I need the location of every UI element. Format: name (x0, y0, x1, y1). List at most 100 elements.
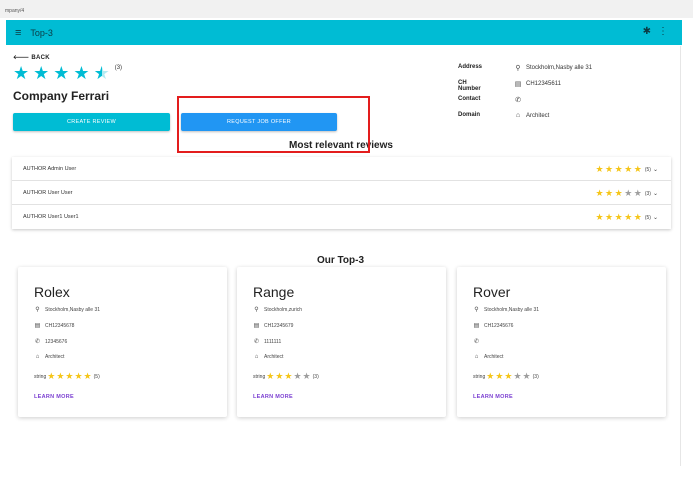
location-icon: ⚲ (515, 65, 521, 72)
card-rating: string ★ ★ ★ ★ ★ (5) (34, 371, 100, 382)
card-rating-label: string (473, 373, 486, 380)
star-icon: ★ (605, 164, 614, 174)
star-icon: ★ (65, 371, 74, 381)
card-company-name: Rolex (34, 284, 70, 300)
detail-value: Architect (526, 112, 550, 119)
star-icon: ★ (486, 371, 495, 381)
card-rating: string ★ ★ ★ ★ ★ (3) (253, 371, 319, 382)
learn-more-button[interactable]: LEARN MORE (473, 394, 513, 400)
bank-icon: ⌂ (515, 112, 521, 119)
arrow-left-icon: 🡐 (13, 55, 32, 61)
company-name: Company Ferrari (13, 89, 110, 103)
back-link[interactable]: 🡐 BACK (13, 54, 50, 61)
company-rating: ★ ★ ★ ★ ★ (3) (13, 64, 122, 82)
star-icon: ★ (73, 63, 90, 83)
review-count: (3) (644, 190, 651, 197)
star-icon: ★ (595, 164, 604, 174)
bank-icon: ⌂ (254, 354, 259, 360)
star-half-icon: ★ (93, 63, 110, 83)
star-icon: ★ (495, 371, 504, 381)
back-label: BACK (31, 55, 50, 61)
reviews-list: AUTHOR Admin User ★ ★ ★ ★ ★ (5) ⌄ AUTHOR Use… (12, 157, 671, 229)
card-rating-label: string (253, 373, 266, 380)
learn-more-button[interactable]: LEARN MORE (253, 394, 293, 400)
star-icon: ★ (614, 212, 623, 222)
star-icon: ★ (47, 371, 56, 381)
card-rating: string ★ ★ ★ ★ ★ (3) (473, 371, 539, 382)
card-rating-count: (5) (93, 373, 100, 380)
review-author: AUTHOR Admin User (23, 166, 77, 172)
star-icon: ★ (624, 212, 633, 222)
star-icon: ★ (633, 164, 642, 174)
star-icon: ★ (605, 212, 614, 222)
chevron-down-icon[interactable]: ⌄ (653, 214, 658, 221)
id-card-icon: ▤ (473, 323, 480, 329)
star-icon: ★ (302, 371, 311, 381)
phone-icon: ✆ (34, 339, 41, 345)
menu-icon[interactable]: ≡ (15, 27, 21, 39)
review-stars: ★ ★ ★ ★ ★ (5) ⌄ (594, 212, 658, 223)
review-author: AUTHOR User1 User1 (23, 214, 79, 220)
bug-icon[interactable]: ✱ (643, 26, 651, 37)
company-card: Rolex ⚲ Stockholm,Nasby alle 31 ▤ CH123456… (18, 267, 227, 417)
star-icon: ★ (614, 188, 623, 198)
star-icon: ★ (522, 371, 531, 381)
chevron-down-icon[interactable]: ⌄ (653, 190, 658, 197)
star-icon: ★ (614, 164, 623, 174)
detail-value: Stockholm,Nasby alle 31 (526, 65, 593, 71)
id-card-icon: ▤ (253, 323, 260, 329)
review-stars: ★ ★ ★ ★ ★ (5) ⌄ (594, 164, 658, 175)
more-vert-icon[interactable]: ⋮ (658, 26, 668, 37)
review-row[interactable]: AUTHOR User1 User1 ★ ★ ★ ★ ★ (5) ⌄ (12, 205, 671, 229)
card-domain: Architect (264, 354, 284, 360)
location-icon: ⚲ (474, 307, 479, 313)
company-card: Rover ⚲ Stockholm,Nasby alle 31 ▤ CH123456… (457, 267, 666, 417)
star-icon: ★ (53, 63, 70, 83)
review-stars: ★ ★ ★ ★ ★ (3) ⌄ (594, 188, 658, 199)
star-icon: ★ (504, 371, 513, 381)
chevron-down-icon[interactable]: ⌄ (653, 166, 658, 173)
card-rating-label: string (34, 373, 47, 380)
learn-more-button[interactable]: LEARN MORE (34, 394, 74, 400)
create-review-button[interactable]: CREATE REVIEW (13, 113, 170, 131)
card-contact: 1111111 (264, 338, 282, 345)
id-card-icon: ▤ (514, 81, 522, 88)
request-job-offer-button[interactable]: REQUEST JOB OFFER (181, 113, 337, 131)
review-count: (5) (644, 166, 651, 173)
id-card-icon: ▤ (34, 323, 41, 329)
star-icon: ★ (293, 371, 302, 381)
browser-url-bar[interactable]: mpany/4 (0, 0, 693, 18)
star-icon: ★ (595, 188, 604, 198)
star-icon: ★ (633, 212, 642, 222)
card-company-name: Rover (473, 284, 511, 300)
detail-value: CH12345611 (526, 81, 561, 87)
star-icon: ★ (624, 188, 633, 198)
star-icon: ★ (624, 164, 633, 174)
url-text: mpany/4 (5, 8, 25, 14)
review-row[interactable]: AUTHOR User User ★ ★ ★ ★ ★ (3) ⌄ (12, 181, 671, 205)
card-domain: Architect (45, 354, 65, 360)
review-author: AUTHOR User User (23, 190, 73, 196)
review-row[interactable]: AUTHOR Admin User ★ ★ ★ ★ ★ (5) ⌄ (12, 157, 671, 181)
star-icon: ★ (513, 371, 522, 381)
card-contact: 12345676 (45, 338, 68, 345)
bank-icon: ⌂ (474, 354, 479, 360)
card-ch-number: CH12345678 (45, 322, 75, 329)
star-icon: ★ (275, 371, 284, 381)
location-icon: ⚲ (254, 307, 259, 313)
app-bar: ≡ Top-3 ✱ ⋮ (6, 20, 682, 45)
phone-icon: ✆ (473, 339, 480, 345)
card-ch-number: CH12345676 (484, 322, 514, 329)
card-company-name: Range (253, 284, 295, 300)
card-address: Stockholm,zurich (264, 306, 303, 313)
app-title: Top-3 (30, 27, 53, 38)
card-address: Stockholm,Nasby alle 31 (484, 306, 540, 313)
star-icon: ★ (33, 63, 50, 83)
card-rating-count: (3) (312, 373, 319, 380)
star-icon: ★ (605, 188, 614, 198)
detail-label: Address (458, 64, 483, 70)
phone-icon: ✆ (253, 339, 260, 345)
phone-icon: ✆ (515, 97, 521, 104)
rating-count: (3) (114, 65, 123, 71)
card-domain: Architect (484, 354, 504, 360)
